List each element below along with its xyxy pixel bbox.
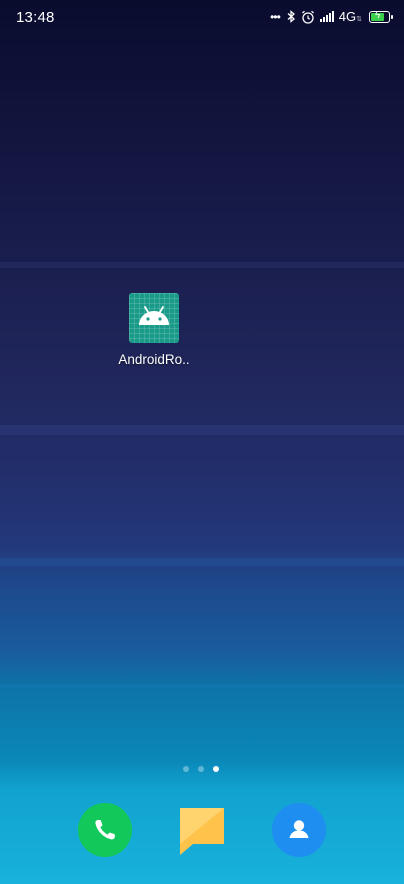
android-robot-icon	[139, 306, 169, 325]
charging-bolt-icon: ϟ	[375, 9, 381, 21]
phone-icon	[95, 820, 115, 840]
more-dots-icon: •••	[270, 9, 281, 24]
page-indicator	[183, 766, 219, 772]
dock-phone-button[interactable]	[78, 803, 132, 857]
dock-contacts-button[interactable]	[272, 803, 326, 857]
android-app-icon	[129, 293, 179, 343]
bluetooth-icon	[287, 10, 295, 23]
alarm-icon	[301, 10, 314, 24]
status-icons: ••• 4G⇅ ϟ	[270, 9, 393, 24]
wallpaper-band	[0, 558, 404, 566]
app-shortcut-androidro[interactable]: AndroidRo..	[112, 293, 196, 367]
messages-icon	[180, 808, 224, 855]
status-time: 13:48	[16, 9, 55, 26]
battery-tip	[391, 14, 393, 19]
app-label: AndroidRo..	[118, 352, 190, 367]
page-dot-active[interactable]	[213, 766, 219, 772]
battery-charging-icon: ϟ	[369, 9, 393, 23]
wallpaper-band	[0, 262, 404, 268]
wallpaper-band	[0, 425, 404, 435]
dock-messages-button[interactable]	[179, 807, 225, 855]
contacts-icon	[289, 820, 309, 838]
signal-icon	[319, 11, 334, 22]
network-type: 4G⇅	[338, 9, 362, 24]
status-bar: 13:48 ••• 4G⇅ ϟ	[0, 0, 404, 36]
wallpaper-band	[0, 684, 404, 688]
page-dot[interactable]	[198, 766, 204, 772]
page-dot[interactable]	[183, 766, 189, 772]
